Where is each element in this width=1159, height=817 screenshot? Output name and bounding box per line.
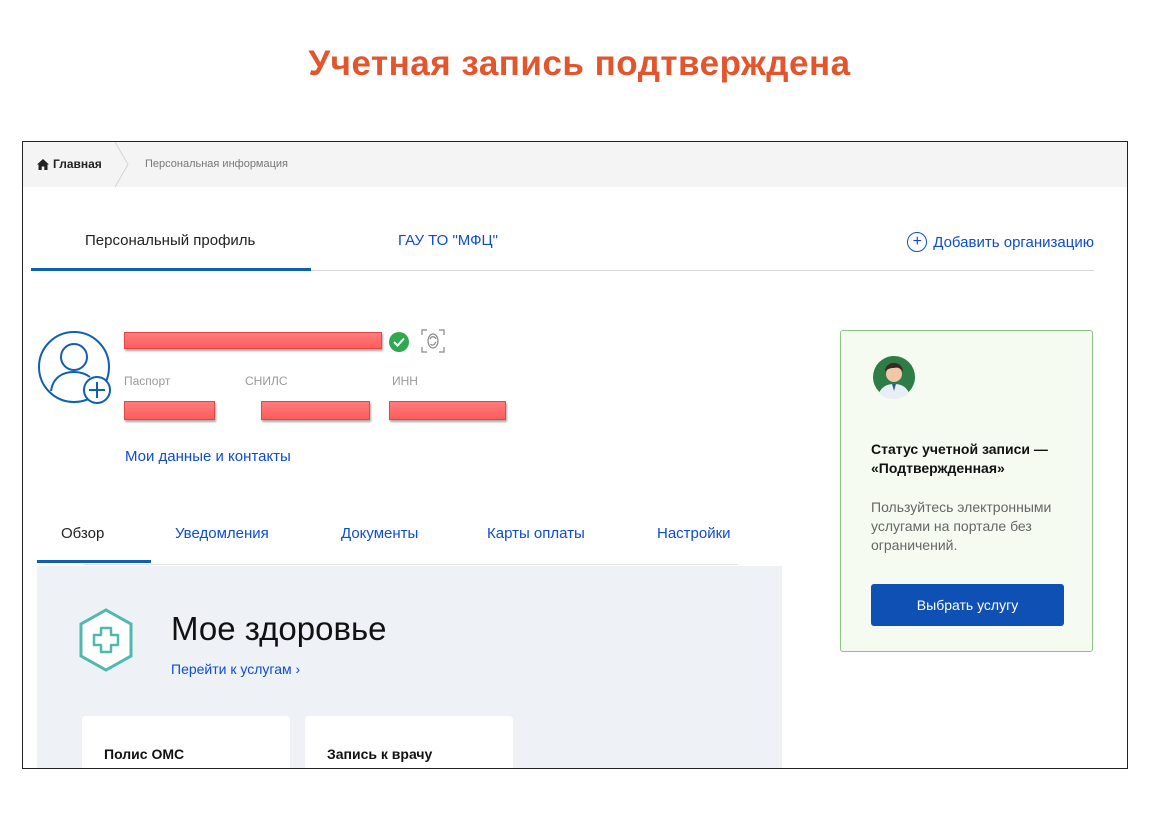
add-organization-label: Добавить организацию — [933, 233, 1094, 251]
tab-settings[interactable]: Настройки — [657, 525, 731, 542]
snils-label: СНИЛС — [245, 374, 288, 388]
account-status-panel: Статус учетной записи — «Подтвержденная»… — [840, 330, 1093, 652]
passport-label: Паспорт — [124, 374, 171, 388]
redacted-snils — [261, 401, 370, 420]
health-title: Мое здоровье — [171, 610, 387, 647]
tab-notifications[interactable]: Уведомления — [175, 525, 269, 542]
redacted-passport — [124, 401, 215, 420]
status-title: Статус учетной записи — «Подтвержденная» — [871, 441, 1048, 476]
add-organization-button[interactable]: + Добавить организацию — [907, 232, 1094, 252]
active-sub-tab-underline — [37, 560, 151, 563]
chevron-right-icon: › — [295, 661, 301, 677]
redacted-inn — [389, 401, 506, 420]
card-title: Полис ОМС — [104, 746, 185, 762]
redacted-full-name — [124, 332, 382, 349]
screenshot-frame: Главная Персональная информация Персонал… — [22, 141, 1128, 769]
medical-cross-icon — [79, 608, 133, 672]
go-to-services-link[interactable]: Перейти к услугам › — [171, 661, 300, 677]
sub-tabs: Обзор Уведомления Документы Карты оплаты… — [23, 517, 783, 565]
slide-title: Учетная запись подтверждена — [308, 44, 851, 83]
doctor-avatar-icon — [873, 356, 915, 399]
check-circle-icon — [389, 332, 409, 352]
status-description: Пользуйтесь электронными услугами на пор… — [871, 499, 1052, 553]
inn-label: ИНН — [392, 374, 418, 388]
plus-circle-icon: + — [907, 232, 928, 252]
home-icon — [37, 158, 49, 170]
breadcrumb-current: Персональная информация — [145, 158, 289, 170]
breadcrumb-separator — [115, 142, 129, 187]
tab-payment-cards[interactable]: Карты оплаты — [487, 525, 585, 542]
active-tab-underline — [31, 268, 311, 271]
my-data-link[interactable]: Мои данные и контакты — [125, 448, 291, 465]
top-tabs: Персональный профиль ГАУ ТО "МФЦ" + Доба… — [31, 232, 1094, 271]
breadcrumb: Главная Персональная информация — [23, 142, 1127, 187]
go-to-services-label: Перейти к услугам — [171, 661, 292, 677]
tab-organization[interactable]: ГАУ ТО "МФЦ" — [398, 232, 498, 249]
tab-overview[interactable]: Обзор — [61, 525, 104, 542]
user-add-icon[interactable] — [37, 330, 115, 408]
sub-tabs-divider — [83, 564, 738, 565]
choose-service-button[interactable]: Выбрать услугу — [871, 584, 1064, 626]
card-doctor-appointment[interactable]: Запись к врачу — [305, 716, 513, 768]
health-section: Мое здоровье Перейти к услугам › Полис О… — [37, 566, 782, 768]
tab-personal-profile[interactable]: Персональный профиль — [85, 232, 255, 249]
tab-documents[interactable]: Документы — [341, 525, 418, 542]
breadcrumb-home[interactable]: Главная — [37, 157, 102, 171]
fingerprint-icon[interactable] — [421, 329, 445, 353]
card-oms-policy[interactable]: Полис ОМС — [82, 716, 290, 768]
card-title: Запись к врачу — [327, 746, 433, 762]
breadcrumb-home-label: Главная — [53, 157, 102, 171]
